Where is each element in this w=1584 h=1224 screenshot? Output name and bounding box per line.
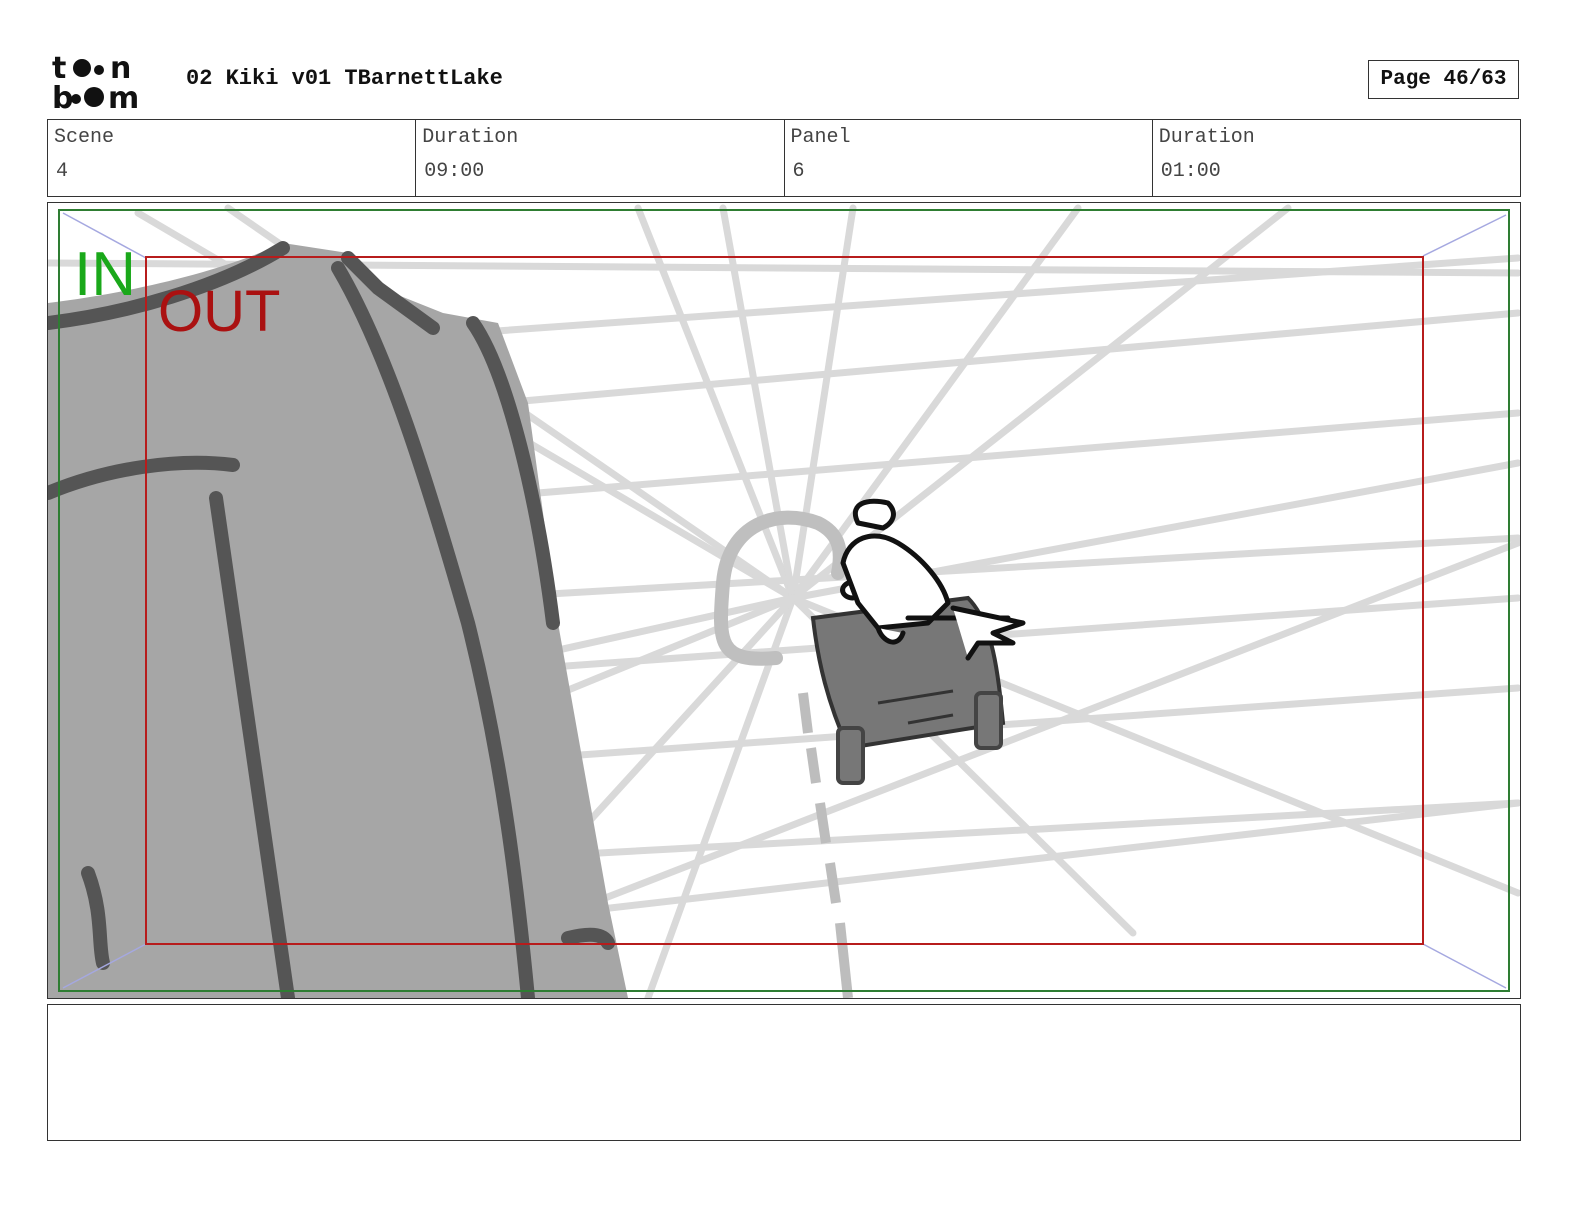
svg-text:b: b	[52, 81, 73, 112]
scene-duration-cell: Duration 09:00	[416, 120, 785, 196]
scene-info-table: Scene 4 Duration 09:00 Panel 6 Duration …	[47, 119, 1521, 197]
toonboom-logo: t n b m	[52, 51, 139, 112]
scene-duration-value: 09:00	[424, 160, 485, 183]
panel-duration-value: 01:00	[1160, 160, 1221, 183]
svg-text:m: m	[108, 81, 139, 112]
document-title: 02 Kiki v01 TBarnettLake	[186, 66, 503, 91]
scene-label: Scene	[54, 126, 115, 149]
scene-value: 4	[56, 160, 69, 183]
panel-label: Panel	[790, 126, 851, 149]
out-label: OUT	[158, 279, 280, 344]
panel-notes-box	[47, 1004, 1521, 1141]
panel-drawing: IN OUT	[48, 204, 1520, 998]
in-label: IN	[74, 240, 136, 309]
storyboard-panel: IN OUT	[47, 202, 1521, 999]
panel-duration-cell: Duration 01:00	[1153, 120, 1520, 196]
building-shape	[48, 243, 628, 998]
scene-duration-label: Duration	[422, 126, 519, 149]
panel-duration-label: Duration	[1158, 126, 1255, 149]
panel-value: 6	[792, 160, 805, 183]
panel-cell: Panel 6	[785, 120, 1153, 196]
page-indicator: Page 46/63	[1368, 60, 1519, 99]
scene-cell: Scene 4	[48, 120, 417, 196]
